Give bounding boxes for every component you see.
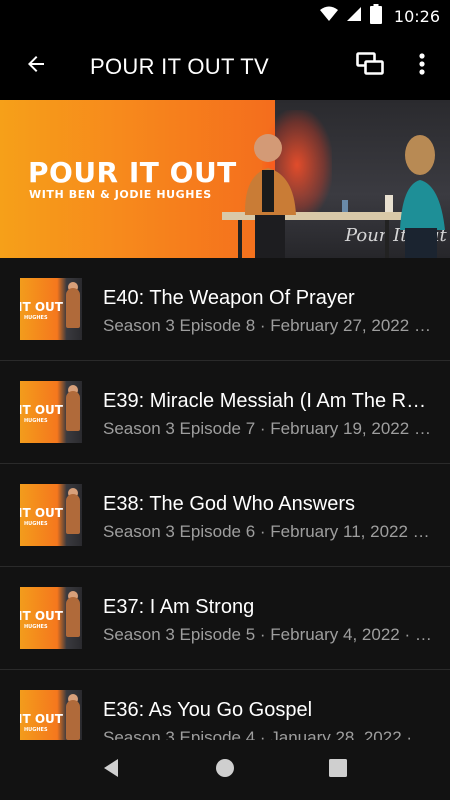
episode-row[interactable]: IT OUT HUGHES E36: As You Go Gospel Seas… [0,670,450,740]
page-title: POUR IT OUT TV [90,54,270,79]
thumb-host-body [66,391,80,431]
arrow-left-icon [24,52,48,81]
episode-row[interactable]: IT OUT HUGHES E39: Miracle Messiah (I Am… [0,361,450,464]
battery-icon [369,3,382,29]
thumb-title: IT OUT [20,300,63,314]
thumb-host-body [66,700,80,740]
thumb-subtitle: HUGHES [24,521,48,527]
show-banner: POUR IT OUT WITH BEN & JODIE HUGHES Pour… [0,100,450,258]
episode-title: E38: The God Who Answers [103,493,355,515]
thumb-subtitle: HUGHES [24,727,48,733]
app-bar: POUR IT OUT TV [0,32,450,100]
episode-title: E36: As You Go Gospel [103,699,313,721]
banner-hosts-illustration [222,134,445,258]
wifi-icon [319,6,338,27]
thumb-host-body [66,597,80,637]
status-bar: 10:26 [0,0,450,32]
thumb-title: IT OUT [20,609,63,623]
cast-icon [356,51,384,81]
thumb-host-body [66,494,80,534]
thumb-subtitle: HUGHES [24,315,48,321]
status-icons: 10:26 [319,3,440,29]
status-time: 10:26 [393,6,440,26]
more-vertical-icon [419,52,425,80]
episode-list: IT OUT HUGHES E40: The Weapon Of Prayer … [0,258,450,740]
episode-meta: Season 3 Episode 8 · February 27, 2022 ·… [103,316,433,335]
thumb-title: IT OUT [20,506,63,520]
episode-thumbnail: IT OUT HUGHES [20,690,82,740]
episode-title: E40: The Weapon Of Prayer [103,287,355,309]
episode-thumbnail: IT OUT HUGHES [20,278,82,340]
system-nav-bar [0,740,450,800]
episode-meta: Season 3 Episode 7 · February 19, 2022 ·… [103,419,433,438]
episode-row[interactable]: IT OUT HUGHES E37: I Am Strong Season 3 … [0,567,450,670]
square-recents-icon [328,758,348,783]
thumb-host-body [66,288,80,328]
thumb-subtitle: HUGHES [24,624,48,630]
cast-button[interactable] [348,44,392,88]
back-button[interactable] [14,44,58,88]
circle-home-icon [215,758,235,783]
episode-row[interactable]: IT OUT HUGHES E38: The God Who Answers S… [0,464,450,567]
nav-back-button[interactable] [91,750,131,790]
nav-recents-button[interactable] [318,750,358,790]
cell-signal-icon [346,6,362,27]
episode-thumbnail: IT OUT HUGHES [20,381,82,443]
episode-row[interactable]: IT OUT HUGHES E40: The Weapon Of Prayer … [0,258,450,361]
triangle-back-icon [101,758,121,783]
episode-thumbnail: IT OUT HUGHES [20,587,82,649]
more-options-button[interactable] [400,44,444,88]
episode-title: E37: I Am Strong [103,596,255,618]
thumb-title: IT OUT [20,712,63,726]
episode-title: E39: Miracle Messiah (I Am The Resurrect… [103,390,433,412]
episode-meta: Season 3 Episode 5 · February 4, 2022 · … [103,625,433,644]
episode-meta: Season 3 Episode 6 · February 11, 2022 ·… [103,522,433,541]
nav-home-button[interactable] [205,750,245,790]
episode-thumbnail: IT OUT HUGHES [20,484,82,546]
thumb-title: IT OUT [20,403,63,417]
thumb-subtitle: HUGHES [24,418,48,424]
episode-meta: Season 3 Episode 4 · January 28, 2022 · … [103,728,433,740]
